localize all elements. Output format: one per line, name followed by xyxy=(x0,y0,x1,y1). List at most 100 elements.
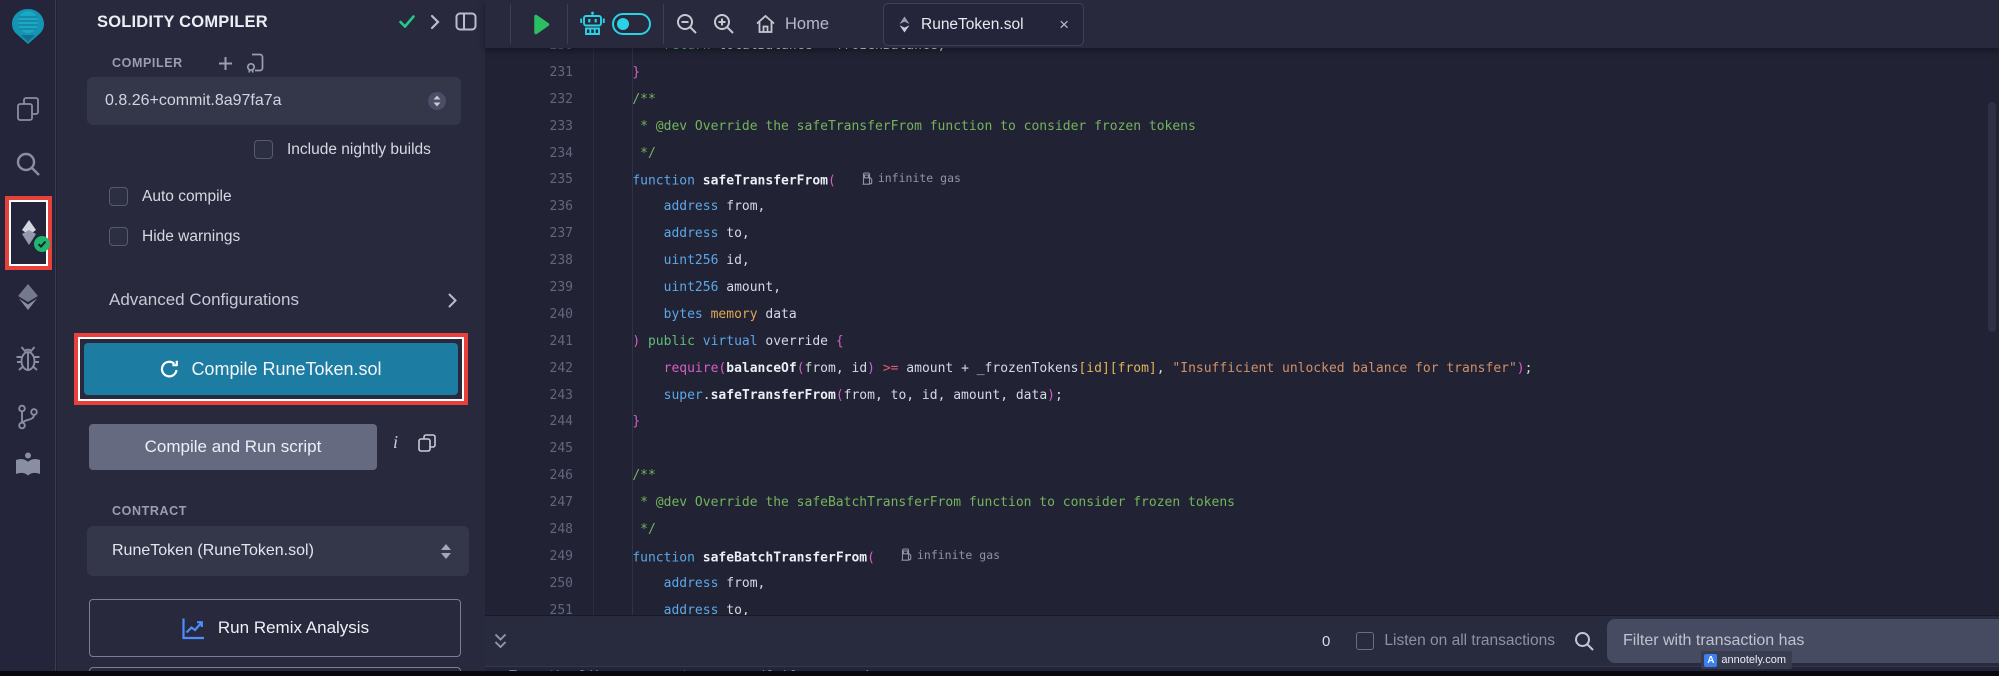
hide-warnings-checkbox[interactable] xyxy=(109,227,128,246)
code-line: 231 } xyxy=(485,59,1999,86)
zoom-in-icon[interactable] xyxy=(712,0,736,48)
editor-scrollbar[interactable] xyxy=(1988,102,1996,332)
side-panel-solidity-compiler: SOLIDITY COMPILER COMPILER 0.8.26+commit… xyxy=(57,0,485,676)
line-number: 244 xyxy=(485,414,573,429)
filter-transactions-input[interactable] xyxy=(1607,619,1999,663)
refresh-icon xyxy=(160,360,179,378)
code-line: 247 * @dev Override the safeBatchTransfe… xyxy=(485,489,1999,516)
compile-success-check-icon xyxy=(399,15,415,28)
ai-copilot-toggle[interactable] xyxy=(612,0,651,48)
code-line: 233 * @dev Override the safeTransferFrom… xyxy=(485,113,1999,140)
code-editor[interactable]: 230 return totalBalance - frozenBalance;… xyxy=(485,48,1999,615)
code-line: 230 return totalBalance - frozenBalance; xyxy=(485,48,1999,59)
terminal-search-icon[interactable] xyxy=(1573,630,1595,652)
advanced-configurations-label: Advanced Configurations xyxy=(109,290,299,310)
code-line: 240 bytes memory data xyxy=(485,301,1999,328)
annotation-box-compiler-icon xyxy=(5,196,52,270)
line-number: 245 xyxy=(485,441,573,456)
add-compiler-icon[interactable] xyxy=(218,56,233,71)
code-lines: 230 return totalBalance - frozenBalance;… xyxy=(485,48,1999,615)
auto-compile-label: Auto compile xyxy=(142,188,232,206)
bottom-edge-strip xyxy=(0,671,1999,676)
chevron-right-icon[interactable] xyxy=(430,14,440,30)
auto-compile-checkbox[interactable] xyxy=(109,187,128,206)
advanced-configurations-toggle[interactable]: Advanced Configurations xyxy=(109,290,457,310)
zoom-out-icon[interactable] xyxy=(675,0,699,48)
code-line: 236 address from, xyxy=(485,193,1999,220)
watermark-label: annotely.com xyxy=(1721,654,1786,666)
line-number: 238 xyxy=(485,253,573,268)
info-icon[interactable]: i xyxy=(393,432,398,453)
line-number: 242 xyxy=(485,361,573,376)
debugger-icon[interactable] xyxy=(0,345,56,373)
code-line: 250 address from, xyxy=(485,570,1999,597)
copy-icon[interactable] xyxy=(417,433,437,453)
include-nightly-checkbox[interactable] xyxy=(254,140,273,159)
line-number: 235 xyxy=(485,172,573,187)
code-line: 251 address to, xyxy=(485,597,1999,615)
home-tab-label: Home xyxy=(785,15,829,34)
compiler-version-value: 0.8.26+commit.8a97fa7a xyxy=(105,92,282,110)
line-number: 232 xyxy=(485,92,573,107)
contract-select[interactable]: RuneToken (RuneToken.sol) xyxy=(87,526,469,576)
home-tab[interactable]: Home xyxy=(755,0,829,48)
activity-bar xyxy=(0,0,56,676)
annotation-box-compile-button: Compile RuneToken.sol xyxy=(74,333,468,405)
ai-copilot-robot-icon[interactable] xyxy=(580,0,605,48)
line-number: 247 xyxy=(485,495,573,510)
listen-all-transactions-label: Listen on all transactions xyxy=(1384,632,1555,650)
line-number: 251 xyxy=(485,603,573,615)
hide-warnings-label: Hide warnings xyxy=(142,228,240,246)
contract-section-label: CONTRACT xyxy=(112,504,187,518)
line-number: 239 xyxy=(485,280,573,295)
compile-and-run-script-button[interactable]: Compile and Run script xyxy=(89,424,377,470)
code-line: 244 } xyxy=(485,408,1999,435)
git-icon[interactable] xyxy=(0,403,56,431)
transaction-count: 0 xyxy=(1322,633,1330,650)
code-line: 235 function safeTransferFrom(infinite g… xyxy=(485,166,1999,193)
pin-panel-icon[interactable] xyxy=(455,12,477,31)
code-line: 243 super.safeTransferFrom(from, to, id,… xyxy=(485,382,1999,409)
chart-line-icon xyxy=(181,617,206,640)
tab-label: RuneToken.sol xyxy=(921,16,1049,34)
deploy-run-icon[interactable] xyxy=(0,283,56,311)
run-remix-analysis-button[interactable]: Run Remix Analysis xyxy=(89,599,461,657)
run-script-play-button[interactable] xyxy=(533,0,550,48)
code-line: 237 address to, xyxy=(485,220,1999,247)
gas-estimate-annotation: infinite gas xyxy=(862,171,961,185)
gas-estimate-annotation: infinite gas xyxy=(901,548,1000,562)
code-line: 245 xyxy=(485,435,1999,462)
close-tab-icon[interactable]: × xyxy=(1059,16,1069,33)
line-number: 241 xyxy=(485,334,573,349)
license-icon[interactable] xyxy=(246,53,265,73)
terminal-collapse-icon[interactable] xyxy=(494,633,507,650)
code-line: 232 /** xyxy=(485,86,1999,113)
compiled-check-badge xyxy=(34,236,50,252)
line-number: 237 xyxy=(485,226,573,241)
contract-stepper-icon xyxy=(441,544,451,559)
solidity-file-icon xyxy=(898,16,911,33)
include-nightly-label: Include nightly builds xyxy=(287,141,431,159)
compile-button[interactable]: Compile RuneToken.sol xyxy=(84,343,458,395)
annotely-logo: A xyxy=(1704,654,1717,667)
line-number: 246 xyxy=(485,468,573,483)
line-number: 249 xyxy=(485,549,573,564)
file-explorer-icon[interactable] xyxy=(0,96,56,122)
line-number: 234 xyxy=(485,146,573,161)
learneth-icon[interactable] xyxy=(0,452,56,478)
remix-logo[interactable] xyxy=(0,8,56,46)
code-line: 239 uint256 amount, xyxy=(485,274,1999,301)
code-line: 238 uint256 id, xyxy=(485,247,1999,274)
listen-all-transactions-checkbox[interactable] xyxy=(1356,632,1374,650)
compiler-version-select[interactable]: 0.8.26+commit.8a97fa7a xyxy=(87,77,461,125)
code-line: 249 function safeBatchTransferFrom(infin… xyxy=(485,543,1999,570)
chevron-right-icon xyxy=(448,293,457,308)
search-icon[interactable] xyxy=(0,150,56,178)
compiler-section-label: COMPILER xyxy=(112,56,183,70)
contract-select-value: RuneToken (RuneToken.sol) xyxy=(112,542,314,560)
code-line: 234 */ xyxy=(485,140,1999,167)
code-line: 248 */ xyxy=(485,516,1999,543)
tab-runetoken-sol[interactable]: RuneToken.sol × xyxy=(883,3,1084,46)
run-remix-analysis-label: Run Remix Analysis xyxy=(218,618,369,638)
solidity-compiler-icon[interactable] xyxy=(14,217,44,249)
